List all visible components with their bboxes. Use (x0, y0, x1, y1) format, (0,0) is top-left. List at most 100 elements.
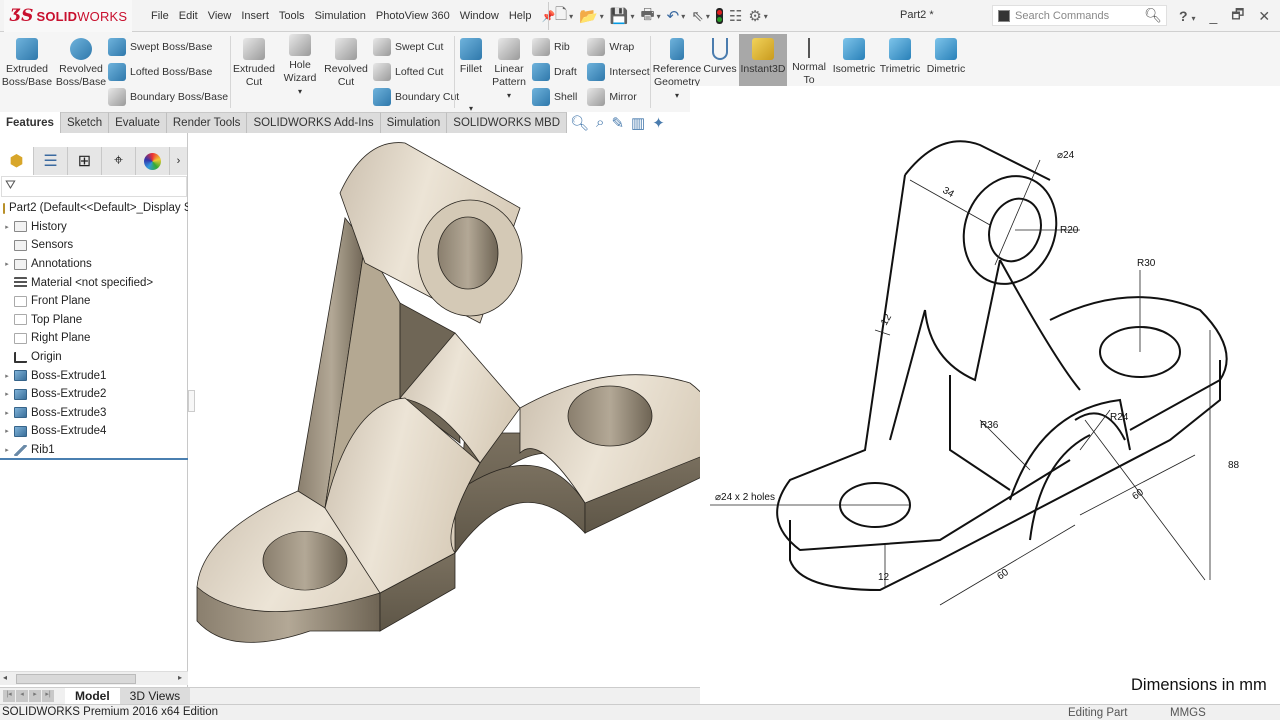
chevron-down-icon[interactable]: ▾ (706, 12, 710, 21)
restore-button[interactable]: 🗗 (1231, 4, 1244, 28)
tab-simulation[interactable]: Simulation (380, 112, 448, 133)
menu-edit[interactable]: Edit (179, 10, 198, 22)
expand-arrow-icon[interactable]: ▸ (0, 260, 14, 268)
section-view-icon[interactable]: ▥ (631, 114, 645, 132)
expand-arrow-icon[interactable]: ▸ (0, 372, 14, 380)
mirror-button[interactable]: Mirror (587, 84, 649, 109)
new-button[interactable]: 🗋 ▾ (555, 4, 573, 29)
chevron-down-icon[interactable]: ▾ (630, 12, 634, 21)
search-input[interactable]: Search Commands (1015, 10, 1144, 22)
scroll-right-icon[interactable]: ▸ (178, 673, 182, 682)
configuration-manager-tab[interactable]: ⊞ (68, 147, 102, 175)
hole-wizard-button[interactable]: Hole Wizard ▾ (277, 30, 323, 109)
zoom-to-fit-icon[interactable]: 🔍︎ (570, 114, 589, 132)
tree-item-boss-extrude1[interactable]: ▸ Boss-Extrude1 (0, 366, 188, 385)
last-tab-icon[interactable]: ▸| (42, 690, 54, 702)
expand-arrow-icon[interactable]: ▸ (0, 409, 14, 417)
revolved-cut-button[interactable]: Revolved Cut (323, 34, 369, 109)
previous-view-icon[interactable]: ✎ (611, 114, 624, 132)
display-manager-tab[interactable] (136, 147, 170, 175)
menu-insert[interactable]: Insert (241, 10, 269, 22)
chevron-down-icon[interactable]: ▾ (764, 12, 768, 21)
next-tab-icon[interactable]: ▸ (29, 690, 41, 702)
tree-item-front-plane[interactable]: Front Plane (0, 292, 188, 311)
filter-input[interactable]: ⛛ (1, 176, 187, 197)
first-tab-icon[interactable]: |◂ (3, 690, 15, 702)
scrollbar-thumb[interactable] (16, 674, 136, 684)
instant3d-button[interactable]: Instant3D (739, 34, 787, 86)
lofted-cut-button[interactable]: Lofted Cut (373, 59, 459, 84)
search-commands[interactable]: Search Commands 🔍︎ (992, 5, 1167, 26)
expand-arrow-icon[interactable]: ▸ (0, 223, 14, 231)
file-properties-button[interactable]: ☷ (729, 7, 742, 25)
minimize-button[interactable]: _ (1209, 8, 1217, 24)
graphics-area-3d-model[interactable] (190, 133, 700, 687)
boundary-cut-button[interactable]: Boundary Cut (373, 84, 459, 109)
tab-sketch[interactable]: Sketch (60, 112, 110, 133)
select-button[interactable]: ⇖ ▾ (691, 7, 710, 25)
wrap-button[interactable]: Wrap (587, 34, 649, 59)
tab-addins[interactable]: SOLIDWORKS Add-Ins (247, 112, 381, 133)
rebuild-button[interactable] (715, 8, 723, 24)
expand-arrow-icon[interactable]: ▸ (0, 427, 14, 435)
fillet-button[interactable]: Fillet ▾ (452, 34, 490, 115)
normal-to-button[interactable]: Normal To (787, 34, 831, 86)
dimxpert-manager-tab[interactable]: ⌖ (102, 147, 136, 175)
chevron-down-icon[interactable]: ▾ (681, 12, 685, 21)
draft-button[interactable]: Draft (532, 59, 577, 84)
tree-item-boss-extrude4[interactable]: ▸ Boss-Extrude4 (0, 422, 188, 441)
swept-boss-button[interactable]: Swept Boss/Base (108, 34, 228, 59)
close-button[interactable]: ✕ (1258, 8, 1270, 25)
boundary-boss-button[interactable]: Boundary Boss/Base (108, 84, 228, 109)
extruded-boss-button[interactable]: Extruded Boss/Base (2, 34, 52, 109)
lofted-boss-button[interactable]: Lofted Boss/Base (108, 59, 228, 84)
shell-button[interactable]: Shell (532, 84, 577, 109)
tab-model[interactable]: Model (65, 688, 120, 704)
chevron-down-icon[interactable]: ▾ (657, 12, 661, 21)
tree-item-boss-extrude3[interactable]: ▸ Boss-Extrude3 (0, 404, 188, 423)
menu-tools[interactable]: Tools (279, 10, 305, 22)
property-manager-tab[interactable]: ☰ (34, 147, 68, 175)
tab-mbd[interactable]: SOLIDWORKS MBD (447, 112, 568, 133)
options-button[interactable]: ⚙ ▾ (748, 7, 767, 25)
revolved-boss-button[interactable]: Revolved Boss/Base (56, 34, 106, 109)
open-button[interactable]: 📂 ▾ (579, 7, 604, 25)
menu-simulation[interactable]: Simulation (315, 10, 366, 22)
prev-tab-icon[interactable]: ◂ (16, 690, 28, 702)
tree-item-origin[interactable]: Origin (0, 348, 188, 367)
linear-pattern-button[interactable]: Linear Pattern ▾ (490, 34, 528, 115)
tree-item-boss-extrude2[interactable]: ▸ Boss-Extrude2 (0, 385, 188, 404)
unit-system[interactable]: MMGS (1170, 706, 1206, 721)
menu-help[interactable]: Help (509, 10, 532, 22)
search-icon[interactable]: 🔍︎ (1144, 7, 1162, 24)
menu-window[interactable]: Window (460, 10, 499, 22)
chevron-down-icon[interactable]: ▾ (507, 90, 511, 103)
zoom-to-area-icon[interactable]: ⌕ (596, 114, 604, 132)
tree-item-rib1[interactable]: ▸ Rib1 (0, 441, 188, 460)
tab-3d-views[interactable]: 3D Views (119, 688, 191, 704)
undo-button[interactable]: ↶ ▾ (667, 7, 686, 25)
chevron-down-icon[interactable]: ▾ (569, 12, 573, 21)
scroll-left-icon[interactable]: ◂ (3, 673, 7, 682)
menu-file[interactable]: File (151, 10, 169, 22)
help-button[interactable]: ? ▾ (1179, 8, 1195, 24)
chevron-down-icon[interactable]: ▾ (675, 90, 679, 103)
tree-item-annotations[interactable]: ▸ Annotations (0, 255, 188, 274)
chevron-right-icon[interactable]: › (170, 147, 188, 175)
tree-item-right-plane[interactable]: Right Plane (0, 329, 188, 348)
chevron-down-icon[interactable]: ▾ (298, 86, 302, 99)
tree-item-sensors[interactable]: Sensors (0, 236, 188, 255)
tree-item-material[interactable]: Material <not specified> (0, 273, 188, 292)
rollback-bar[interactable] (0, 458, 188, 460)
solidworks-logo[interactable]: ƷS SOLIDWORKS (4, 0, 132, 32)
tab-evaluate[interactable]: Evaluate (109, 112, 167, 133)
chevron-down-icon[interactable]: ▾ (600, 12, 604, 21)
horizontal-scrollbar[interactable]: ◂ ▸ (0, 671, 188, 685)
save-button[interactable]: 💾 ▾ (610, 7, 635, 25)
feature-manager-tab[interactable]: ⬢ (0, 147, 34, 175)
swept-cut-button[interactable]: Swept Cut (373, 34, 459, 59)
tree-item-history[interactable]: ▸ History (0, 218, 188, 237)
expand-arrow-icon[interactable]: ▸ (0, 390, 14, 398)
extruded-cut-button[interactable]: Extruded Cut (231, 34, 277, 109)
tree-item-top-plane[interactable]: Top Plane (0, 311, 188, 330)
